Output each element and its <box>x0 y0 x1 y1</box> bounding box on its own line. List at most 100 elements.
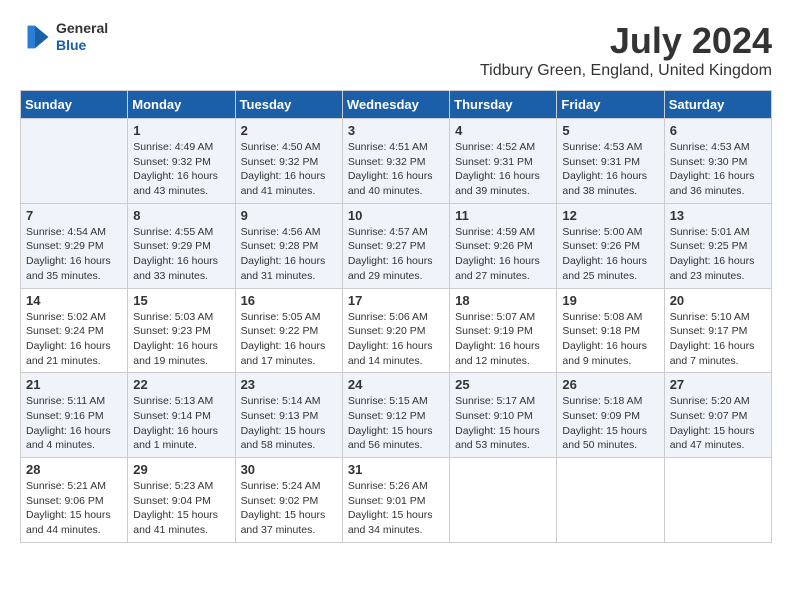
calendar-week-row: 28 Sunrise: 5:21 AMSunset: 9:06 PMDayligh… <box>21 458 772 543</box>
calendar-cell <box>557 458 664 543</box>
calendar-cell: 29 Sunrise: 5:23 AMSunset: 9:04 PMDayligh… <box>128 458 235 543</box>
day-info: Sunrise: 5:18 AMSunset: 9:09 PMDaylight:… <box>562 394 658 453</box>
day-info: Sunrise: 5:03 AMSunset: 9:23 PMDaylight:… <box>133 310 229 369</box>
calendar-cell: 24Sunrise: 5:15 AMSunset: 9:12 PMDayligh… <box>342 373 449 458</box>
header-sunday: Sunday <box>21 91 128 119</box>
day-number: 13 <box>670 208 766 223</box>
calendar-cell: 31 Sunrise: 5:26 AMSunset: 9:01 PMDayligh… <box>342 458 449 543</box>
day-info: Sunrise: 5:05 AMSunset: 9:22 PMDaylight:… <box>241 310 337 369</box>
day-info: Sunrise: 5:14 AMSunset: 9:13 PMDaylight:… <box>241 394 337 453</box>
calendar-cell: 12 Sunrise: 5:00 AMSunset: 9:26 PMDayligh… <box>557 203 664 288</box>
day-number: 31 <box>348 462 444 477</box>
calendar-week-row: 7 Sunrise: 4:54 AMSunset: 9:29 PMDaylight… <box>21 203 772 288</box>
day-info: Sunrise: 5:07 AMSunset: 9:19 PMDaylight:… <box>455 310 551 369</box>
calendar-cell: 19Sunrise: 5:08 AMSunset: 9:18 PMDayligh… <box>557 288 664 373</box>
day-number: 10 <box>348 208 444 223</box>
title-block: July 2024 Tidbury Green, England, United… <box>480 20 772 80</box>
day-info: Sunrise: 4:53 AMSunset: 9:30 PMDaylight:… <box>670 140 766 199</box>
logo-icon <box>20 22 50 52</box>
day-number: 22 <box>133 377 229 392</box>
day-number: 4 <box>455 123 551 138</box>
day-info: Sunrise: 5:21 AMSunset: 9:06 PMDaylight:… <box>26 479 122 538</box>
day-number: 5 <box>562 123 658 138</box>
day-info: Sunrise: 5:10 AMSunset: 9:17 PMDaylight:… <box>670 310 766 369</box>
page-header: General Blue July 2024 Tidbury Green, En… <box>20 20 772 80</box>
day-info: Sunrise: 5:13 AMSunset: 9:14 PMDaylight:… <box>133 394 229 453</box>
day-number: 24 <box>348 377 444 392</box>
calendar-week-row: 14Sunrise: 5:02 AMSunset: 9:24 PMDayligh… <box>21 288 772 373</box>
day-info: Sunrise: 5:17 AMSunset: 9:10 PMDaylight:… <box>455 394 551 453</box>
day-number: 28 <box>26 462 122 477</box>
day-info: Sunrise: 5:00 AMSunset: 9:26 PMDaylight:… <box>562 225 658 284</box>
calendar-cell <box>664 458 771 543</box>
day-info: Sunrise: 5:08 AMSunset: 9:18 PMDaylight:… <box>562 310 658 369</box>
header-wednesday: Wednesday <box>342 91 449 119</box>
header-tuesday: Tuesday <box>235 91 342 119</box>
day-number: 3 <box>348 123 444 138</box>
calendar-cell: 7 Sunrise: 4:54 AMSunset: 9:29 PMDaylight… <box>21 203 128 288</box>
logo-blue: Blue <box>56 37 108 54</box>
calendar-cell: 16 Sunrise: 5:05 AMSunset: 9:22 PMDayligh… <box>235 288 342 373</box>
day-number: 15 <box>133 293 229 308</box>
calendar-cell: 27 Sunrise: 5:20 AMSunset: 9:07 PMDayligh… <box>664 373 771 458</box>
calendar-cell: 23 Sunrise: 5:14 AMSunset: 9:13 PMDayligh… <box>235 373 342 458</box>
day-number: 27 <box>670 377 766 392</box>
calendar-cell: 20 Sunrise: 5:10 AMSunset: 9:17 PMDayligh… <box>664 288 771 373</box>
calendar-cell: 28 Sunrise: 5:21 AMSunset: 9:06 PMDayligh… <box>21 458 128 543</box>
day-info: Sunrise: 5:01 AMSunset: 9:25 PMDaylight:… <box>670 225 766 284</box>
day-number: 18 <box>455 293 551 308</box>
logo-general: General <box>56 20 108 37</box>
day-number: 17 <box>348 293 444 308</box>
calendar-week-row: 1Sunrise: 4:49 AMSunset: 9:32 PMDaylight… <box>21 119 772 204</box>
day-number: 7 <box>26 208 122 223</box>
calendar-cell: 10 Sunrise: 4:57 AMSunset: 9:27 PMDayligh… <box>342 203 449 288</box>
logo: General Blue <box>20 20 108 54</box>
day-number: 14 <box>26 293 122 308</box>
day-number: 9 <box>241 208 337 223</box>
calendar-cell: 25 Sunrise: 5:17 AMSunset: 9:10 PMDayligh… <box>450 373 557 458</box>
calendar-cell: 8 Sunrise: 4:55 AMSunset: 9:29 PMDaylight… <box>128 203 235 288</box>
month-year-title: July 2024 <box>480 20 772 62</box>
day-info: Sunrise: 4:52 AMSunset: 9:31 PMDaylight:… <box>455 140 551 199</box>
day-number: 20 <box>670 293 766 308</box>
day-number: 23 <box>241 377 337 392</box>
day-info: Sunrise: 4:54 AMSunset: 9:29 PMDaylight:… <box>26 225 122 284</box>
day-number: 2 <box>241 123 337 138</box>
header-saturday: Saturday <box>664 91 771 119</box>
calendar-cell <box>450 458 557 543</box>
day-info: Sunrise: 4:57 AMSunset: 9:27 PMDaylight:… <box>348 225 444 284</box>
day-info: Sunrise: 5:26 AMSunset: 9:01 PMDaylight:… <box>348 479 444 538</box>
day-number: 30 <box>241 462 337 477</box>
day-number: 8 <box>133 208 229 223</box>
calendar-header-row: Sunday Monday Tuesday Wednesday Thursday… <box>21 91 772 119</box>
logo-text: General Blue <box>56 20 108 54</box>
day-number: 29 <box>133 462 229 477</box>
day-info: Sunrise: 4:50 AMSunset: 9:32 PMDaylight:… <box>241 140 337 199</box>
header-thursday: Thursday <box>450 91 557 119</box>
calendar-cell: 21 Sunrise: 5:11 AMSunset: 9:16 PMDayligh… <box>21 373 128 458</box>
day-number: 1 <box>133 123 229 138</box>
location-subtitle: Tidbury Green, England, United Kingdom <box>480 62 772 80</box>
header-monday: Monday <box>128 91 235 119</box>
day-number: 26 <box>562 377 658 392</box>
day-number: 25 <box>455 377 551 392</box>
day-number: 12 <box>562 208 658 223</box>
day-info: Sunrise: 5:23 AMSunset: 9:04 PMDaylight:… <box>133 479 229 538</box>
calendar-table: Sunday Monday Tuesday Wednesday Thursday… <box>20 90 772 543</box>
day-info: Sunrise: 5:24 AMSunset: 9:02 PMDaylight:… <box>241 479 337 538</box>
day-info: Sunrise: 5:20 AMSunset: 9:07 PMDaylight:… <box>670 394 766 453</box>
day-number: 21 <box>26 377 122 392</box>
calendar-week-row: 21 Sunrise: 5:11 AMSunset: 9:16 PMDayligh… <box>21 373 772 458</box>
calendar-cell <box>21 119 128 204</box>
day-number: 11 <box>455 208 551 223</box>
day-info: Sunrise: 5:11 AMSunset: 9:16 PMDaylight:… <box>26 394 122 453</box>
calendar-cell: 17Sunrise: 5:06 AMSunset: 9:20 PMDayligh… <box>342 288 449 373</box>
day-info: Sunrise: 4:56 AMSunset: 9:28 PMDaylight:… <box>241 225 337 284</box>
day-info: Sunrise: 4:53 AMSunset: 9:31 PMDaylight:… <box>562 140 658 199</box>
day-info: Sunrise: 4:55 AMSunset: 9:29 PMDaylight:… <box>133 225 229 284</box>
calendar-cell: 15 Sunrise: 5:03 AMSunset: 9:23 PMDayligh… <box>128 288 235 373</box>
day-info: Sunrise: 4:59 AMSunset: 9:26 PMDaylight:… <box>455 225 551 284</box>
day-number: 16 <box>241 293 337 308</box>
calendar-cell: 2 Sunrise: 4:50 AMSunset: 9:32 PMDaylight… <box>235 119 342 204</box>
calendar-cell: 6Sunrise: 4:53 AMSunset: 9:30 PMDaylight… <box>664 119 771 204</box>
